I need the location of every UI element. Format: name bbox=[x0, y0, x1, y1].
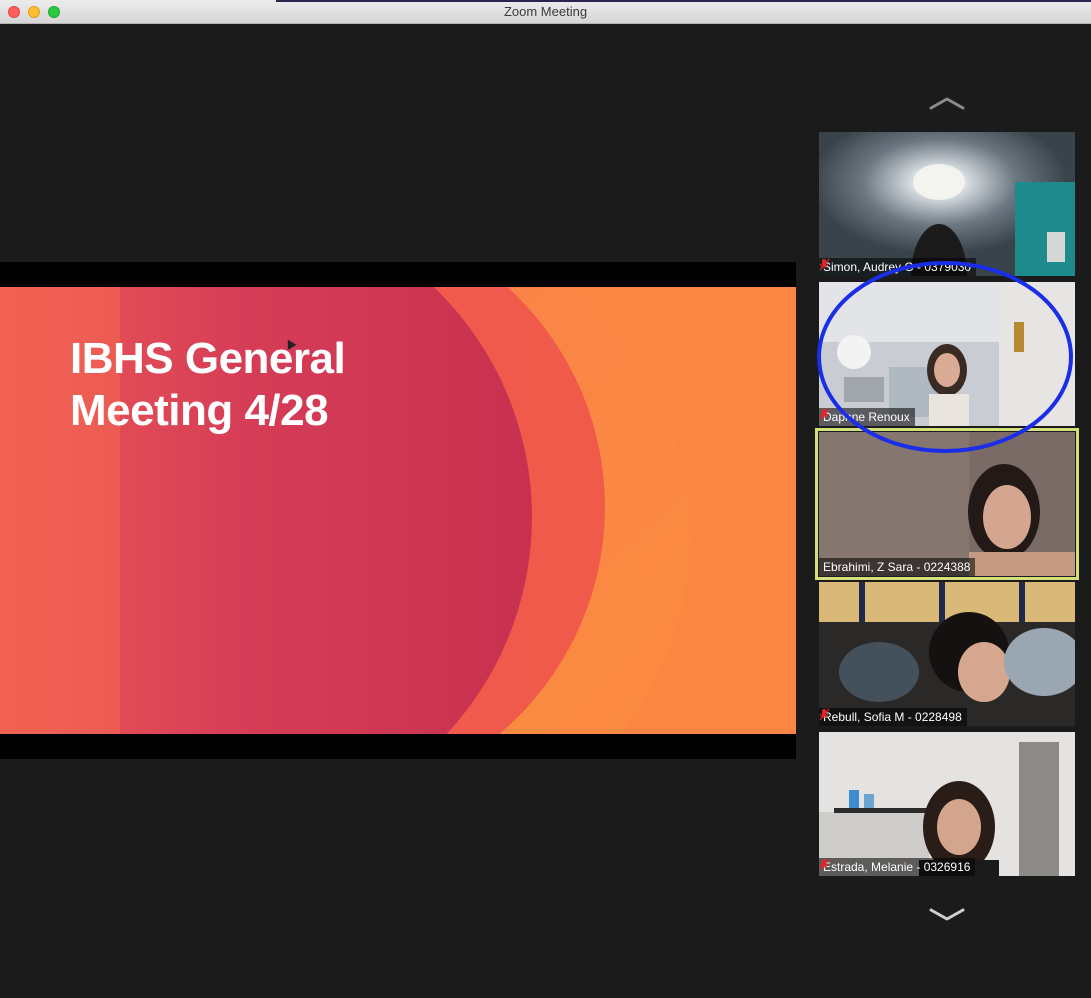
participant-name: Ebrahimi, Z Sara - 0224388 bbox=[823, 560, 971, 574]
participant-video bbox=[819, 582, 1075, 726]
active-speaker-video-tile[interactable]: Ebrahimi, Z Sara - 0224388 bbox=[815, 428, 1079, 580]
slide-title: IBHS General Meeting 4/28 bbox=[70, 334, 346, 435]
participant-video bbox=[819, 732, 1075, 876]
shared-screen: IBHS General Meeting 4/28 bbox=[0, 262, 796, 759]
participant-video bbox=[819, 432, 1075, 576]
scroll-up-button[interactable] bbox=[928, 94, 966, 112]
participant-name: Rebull, Sofia M - 0228498 bbox=[823, 710, 962, 724]
participant-video-tile[interactable]: Daphne Renoux bbox=[819, 282, 1075, 426]
participant-video-tile[interactable]: Estrada, Melanie - 0326916 bbox=[819, 732, 1075, 876]
zoom-window: Zoom Meeting IBHS General Meeting 4/28 S… bbox=[0, 0, 1091, 998]
chevron-up-icon bbox=[929, 97, 965, 110]
window-title: Zoom Meeting bbox=[503, 4, 588, 19]
scroll-down-button[interactable] bbox=[928, 906, 966, 924]
participant-video-tile[interactable]: Simon, Audrey G - 0379030 bbox=[819, 132, 1075, 276]
microphone-muted-icon bbox=[819, 708, 830, 721]
chevron-down-icon bbox=[929, 908, 965, 921]
title-bar: Zoom Meeting bbox=[0, 0, 1091, 24]
participant-video-tile[interactable]: Rebull, Sofia M - 0228498 bbox=[819, 582, 1075, 726]
microphone-muted-icon bbox=[819, 258, 830, 271]
participant-name: Estrada, Melanie - 0326916 bbox=[823, 860, 971, 874]
microphone-muted-icon bbox=[819, 408, 830, 421]
participant-video bbox=[819, 282, 1075, 426]
participant-name: Simon, Audrey G - 0379030 bbox=[823, 260, 972, 274]
presentation-slide: IBHS General Meeting 4/28 bbox=[0, 287, 796, 734]
microphone-muted-icon bbox=[819, 858, 830, 871]
participant-video bbox=[819, 132, 1075, 276]
participant-name: Daphne Renoux bbox=[823, 410, 910, 424]
